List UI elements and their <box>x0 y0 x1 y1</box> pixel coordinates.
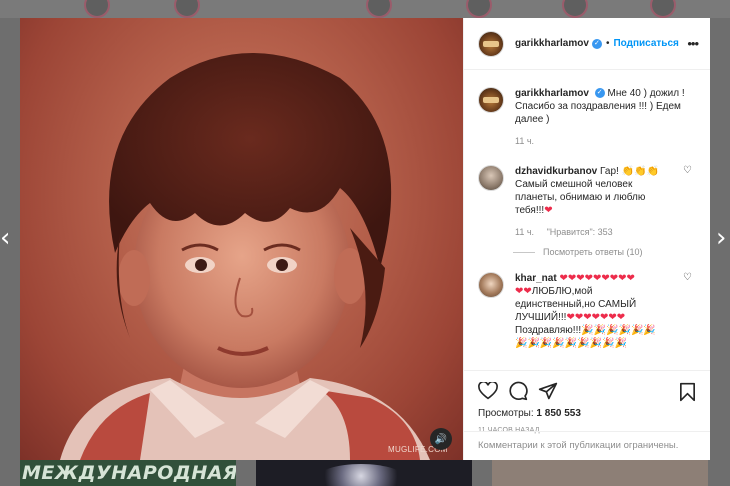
comment-text-line2: единственный,но САМЫЙ <box>515 299 637 310</box>
caption-text-line3: далее ) <box>515 114 550 125</box>
post-modal: MUGLIFE.COM 🔊 garikkharlamov ✓ • Подписа… <box>20 18 710 460</box>
background-post-thumb[interactable]: МЕЖДУНАРОДНАЯ <box>20 460 236 486</box>
post-actions: Просмотры: 1 850 553 11 ЧАСОВ НАЗАД <box>464 370 710 434</box>
chevron-right-icon[interactable]: › <box>716 225 726 251</box>
background-post-thumb[interactable] <box>492 460 708 486</box>
red-heart-icon: ❤ <box>544 205 553 216</box>
more-options-icon[interactable]: ••• <box>687 36 699 51</box>
comment-likes-count[interactable]: "Нравится": 353 <box>547 227 613 237</box>
verified-badge-icon: ✓ <box>591 38 602 49</box>
speaker-icon[interactable]: 🔊 <box>430 428 452 450</box>
avatar[interactable] <box>478 30 504 57</box>
post-media[interactable]: MUGLIFE.COM 🔊 <box>20 18 463 460</box>
post-header: garikkharlamov ✓ • Подписаться ••• <box>464 18 710 70</box>
portrait-illustration <box>60 53 430 460</box>
comment-username[interactable]: khar_nat <box>515 273 557 284</box>
heart-icon[interactable]: ♡ <box>683 272 692 283</box>
background-feed-top <box>0 0 730 18</box>
comment-timestamp[interactable]: 11 ч. <box>515 227 534 237</box>
comments-restricted-notice: Комментарии к этой публикации ограничены… <box>464 431 710 460</box>
comment-icon[interactable] <box>508 381 528 401</box>
comment-text-line1: Гар! 👏👏👏 <box>600 166 659 177</box>
caption-text-line1: Мне 40 ) дожил ! <box>607 88 685 99</box>
follow-button[interactable]: Подписаться <box>613 38 678 49</box>
verified-badge-icon: ✓ <box>594 88 605 99</box>
comment-text-line1: ЛЮБЛЮ,мой <box>531 286 593 297</box>
red-heart-icon: ❤❤❤❤❤❤❤❤❤ <box>559 273 635 284</box>
comment-item: dzhavidkurbanov Гар! 👏👏👏 Самый смешной ч… <box>464 165 710 239</box>
views-label: Просмотры: <box>478 408 534 419</box>
post-caption: garikkharlamov ✓ Мне 40 ) дожил ! Спасиб… <box>464 87 710 148</box>
bookmark-icon[interactable] <box>679 382 696 402</box>
party-icon: 🎉🎉🎉🎉🎉🎉 <box>581 325 656 336</box>
comment-item: khar_nat ❤❤❤❤❤❤❤❤❤ ❤❤ЛЮБЛЮ,мой единствен… <box>464 272 710 350</box>
background-story-ring <box>84 0 110 18</box>
header-separator: • <box>605 38 610 49</box>
party-icon: 🎉🎉🎉🎉🎉🎉🎉🎉🎉 <box>515 338 628 349</box>
author-username[interactable]: garikkharlamov <box>515 38 589 49</box>
background-story-ring <box>562 0 588 18</box>
chevron-left-icon[interactable]: ‹ <box>0 225 10 251</box>
caption-username[interactable]: garikkharlamov <box>515 88 589 99</box>
heart-icon[interactable]: ♡ <box>683 165 692 176</box>
red-heart-icon: ❤❤❤❤❤❤❤ <box>566 312 626 323</box>
red-heart-icon: ❤❤ <box>515 286 532 297</box>
views-value: 1 850 553 <box>536 408 581 419</box>
comment-text-line3: ЛУЧШИЙ!!! <box>515 312 567 323</box>
send-icon[interactable] <box>538 381 558 401</box>
comment-text-line3: планеты, обнимаю и люблю <box>515 192 646 203</box>
comment-text-line2: Самый смешной человек <box>515 179 633 190</box>
background-story-ring <box>650 0 676 18</box>
caption-timestamp[interactable]: 11 ч. <box>515 136 534 146</box>
background-orb <box>316 464 406 486</box>
background-story-ring <box>466 0 492 18</box>
comment-text-line4: Поздравляю!!! <box>515 325 582 336</box>
views-count[interactable]: Просмотры: 1 850 553 <box>478 408 696 419</box>
comments-list[interactable]: garikkharlamov ✓ Мне 40 ) дожил ! Спасиб… <box>464 71 710 370</box>
caption-text-line2: Спасибо за поздравления !!! ) Едем <box>515 101 681 112</box>
comment-text-line4: тебя!!! <box>515 205 545 216</box>
avatar[interactable] <box>478 87 504 113</box>
comment-username[interactable]: dzhavidkurbanov <box>515 166 597 177</box>
background-story-ring <box>174 0 200 18</box>
view-replies-button[interactable]: Посмотреть ответы (10) <box>513 247 710 257</box>
background-banner-text: МЕЖДУНАРОДНАЯ <box>22 462 236 484</box>
avatar[interactable] <box>478 165 504 191</box>
avatar[interactable] <box>478 272 504 298</box>
background-story-ring <box>366 0 392 18</box>
post-sidebar: garikkharlamov ✓ • Подписаться ••• garik… <box>463 18 710 460</box>
heart-icon[interactable] <box>478 382 498 400</box>
background-post-thumb[interactable] <box>256 460 472 486</box>
